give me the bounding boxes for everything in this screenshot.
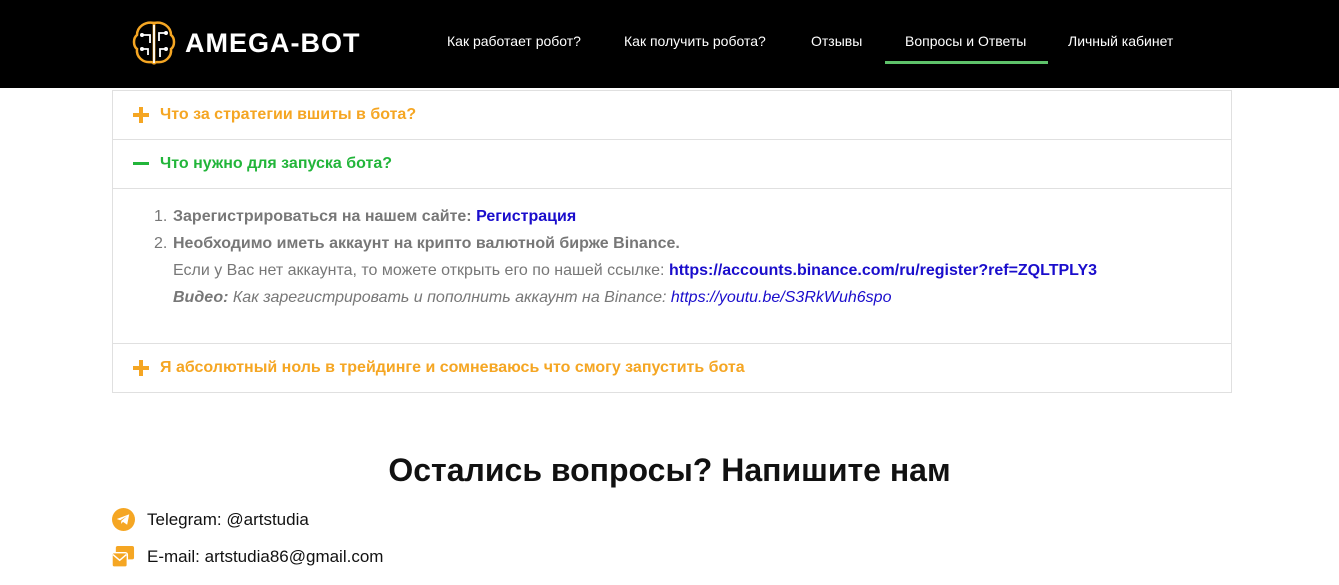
contact-email[interactable]: E-mail: artstudia86@gmail.com <box>112 545 383 568</box>
email-icon <box>112 545 135 568</box>
plus-icon <box>133 360 149 376</box>
faq-item-strategies[interactable]: Что за стратегии вшиты в бота? <box>113 91 1231 140</box>
youtube-link[interactable]: https://youtu.be/S3RkWuh6spo <box>671 289 892 306</box>
contact-telegram[interactable]: Telegram: @artstudia <box>112 508 309 531</box>
telegram-icon <box>112 508 135 531</box>
telegram-text: Telegram: @artstudia <box>147 509 309 529</box>
binance-register-link[interactable]: https://accounts.binance.com/ru/register… <box>669 262 1097 279</box>
faq-accordion: Что за стратегии вшиты в бота? Что нужно… <box>112 90 1232 393</box>
video-label: Видео: <box>173 289 229 306</box>
step-sub-text: Если у Вас нет аккаунта, то можете откры… <box>173 262 669 279</box>
faq-question: Я абсолютный ноль в трейдинге и сомневаю… <box>160 359 745 376</box>
video-text: Как зарегистрировать и пополнить аккаунт… <box>228 289 671 306</box>
list-item-sub: Если у Вас нет аккаунта, то можете откры… <box>173 262 1097 280</box>
nav-active-indicator <box>885 61 1048 64</box>
nav-how-to-get[interactable]: Как получить робота? <box>624 33 766 49</box>
step-text: Необходимо иметь аккаунт на крипто валют… <box>173 235 680 252</box>
registration-link[interactable]: Регистрация <box>476 208 576 225</box>
step-text: Зарегистрироваться на нашем сайте: <box>173 208 477 225</box>
faq-item-beginner[interactable]: Я абсолютный ноль в трейдинге и сомневаю… <box>113 344 1231 392</box>
nav-how-it-works[interactable]: Как работает робот? <box>447 33 581 49</box>
list-number: 1. <box>154 208 168 225</box>
faq-question: Что нужно для запуска бота? <box>160 155 392 172</box>
video-line: Видео: Как зарегистрировать и пополнить … <box>173 289 891 307</box>
contact-title: Остались вопросы? Напишите нам <box>388 452 951 488</box>
nav-faq[interactable]: Вопросы и Ответы <box>905 33 1026 49</box>
nav-account[interactable]: Личный кабинет <box>1068 33 1173 49</box>
list-number: 2. <box>154 235 168 252</box>
faq-answer: 1. Зарегистрироваться на нашем сайте: Ре… <box>113 189 1231 344</box>
plus-icon <box>133 107 149 123</box>
email-text: E-mail: artstudia86@gmail.com <box>147 546 384 566</box>
minus-icon <box>133 162 149 165</box>
site-header: AMEGA-BOT Как работает робот? Как получи… <box>0 0 1339 88</box>
main-nav: Как работает робот? Как получить робота?… <box>0 0 1339 88</box>
nav-reviews[interactable]: Отзывы <box>811 33 862 49</box>
faq-item-launch-requirements[interactable]: Что нужно для запуска бота? <box>113 140 1231 189</box>
list-item: Зарегистрироваться на нашем сайте: Регис… <box>173 208 576 226</box>
faq-question: Что за стратегии вшиты в бота? <box>160 106 417 123</box>
